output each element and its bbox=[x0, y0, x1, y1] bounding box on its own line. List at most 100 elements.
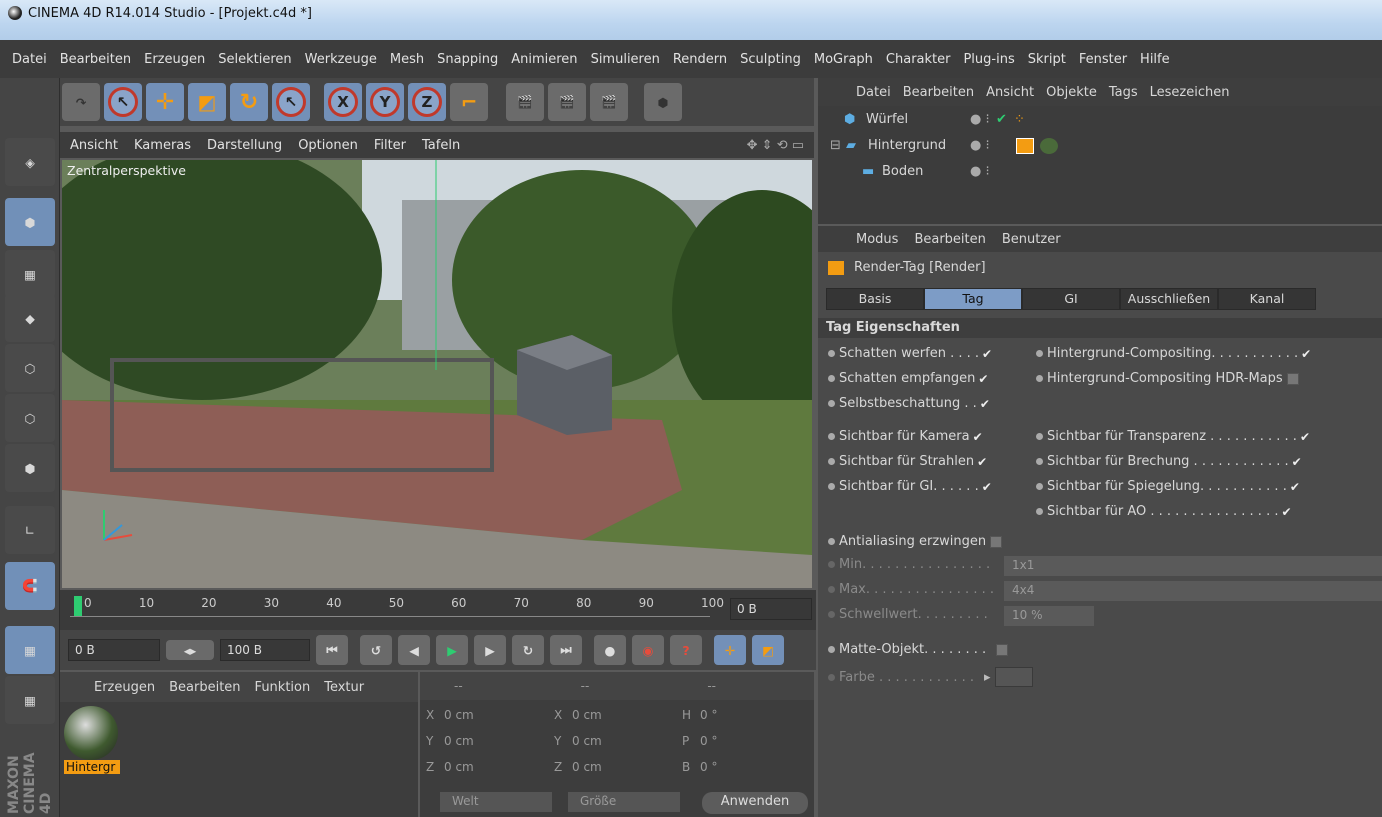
render-settings-icon[interactable]: 🎬 bbox=[590, 83, 628, 121]
tab-tag[interactable]: Tag bbox=[924, 288, 1022, 310]
size-x-field[interactable]: 0 cm bbox=[572, 708, 682, 734]
checkbox-checked-icon[interactable]: ✔ bbox=[982, 481, 994, 493]
object-menu-ansicht[interactable]: Ansicht bbox=[986, 85, 1034, 100]
live-select-icon[interactable]: ↖ bbox=[272, 83, 310, 121]
checkbox-checked-icon[interactable]: ✔ bbox=[973, 431, 985, 443]
menu-plugins[interactable]: Plug-ins bbox=[963, 52, 1014, 67]
object-menu-bearbeiten[interactable]: Bearbeiten bbox=[903, 85, 974, 100]
texture-tag-icon[interactable] bbox=[1040, 138, 1058, 154]
prop-antialiasing[interactable]: Antialiasing erzwingen bbox=[828, 534, 1003, 549]
menu-hilfe[interactable]: Hilfe bbox=[1140, 52, 1170, 67]
tab-kanal[interactable]: Kanal bbox=[1218, 288, 1316, 310]
rotate-tool-icon[interactable]: ↻ bbox=[230, 83, 268, 121]
attribute-menu-bearbeiten[interactable]: Bearbeiten bbox=[914, 232, 985, 247]
material-menu-erzeugen[interactable]: Erzeugen bbox=[94, 680, 155, 695]
min-field[interactable]: 1x1 bbox=[1004, 556, 1382, 576]
menu-datei[interactable]: Datei bbox=[12, 52, 47, 67]
size-y-field[interactable]: 0 cm bbox=[572, 734, 682, 760]
texture-mode-icon[interactable]: ▦ bbox=[5, 250, 55, 298]
object-name[interactable]: Boden bbox=[882, 164, 923, 179]
prop-selbstbeschattung[interactable]: Selbstbeschattung . . ✔ bbox=[828, 396, 992, 411]
redo-icon[interactable]: ↷ bbox=[62, 83, 100, 121]
locked-workplane-icon[interactable]: ▦ bbox=[5, 626, 55, 674]
enabled-check-icon[interactable]: ✔ bbox=[996, 112, 1007, 127]
pos-y-field[interactable]: 0 cm bbox=[444, 734, 554, 760]
object-menu-datei[interactable]: Datei bbox=[856, 85, 891, 100]
model-mode-icon[interactable]: ◈ bbox=[5, 138, 55, 186]
expand-icon[interactable]: ⊟ bbox=[830, 138, 841, 153]
next-frame-icon[interactable]: ▶ bbox=[474, 635, 506, 665]
x-axis-lock-icon[interactable]: X bbox=[324, 83, 362, 121]
autokey-icon[interactable]: ◉ bbox=[632, 635, 664, 665]
menu-snapping[interactable]: Snapping bbox=[437, 52, 498, 67]
timeline[interactable]: 0 10 20 30 40 50 60 70 80 90 100 0 B bbox=[60, 590, 816, 630]
planar-workplane-icon[interactable]: ▦ bbox=[5, 676, 55, 724]
prop-sichtbar-transparenz[interactable]: Sichtbar für Transparenz . . . . . . . .… bbox=[1036, 429, 1312, 444]
visibility-dots-icon[interactable]: ● ⁝ bbox=[970, 112, 990, 127]
select-tool-icon[interactable]: ↖ bbox=[104, 83, 142, 121]
size-mode-dropdown[interactable]: Größe bbox=[568, 792, 680, 812]
previous-frame-icon[interactable]: ◀ bbox=[398, 635, 430, 665]
z-axis-lock-icon[interactable]: Z bbox=[408, 83, 446, 121]
prop-sichtbar-strahlen[interactable]: Sichtbar für Strahlen ✔ bbox=[828, 454, 989, 469]
axis-mode-icon[interactable]: ∟ bbox=[5, 506, 55, 554]
color-swatch[interactable] bbox=[994, 667, 1033, 687]
attribute-menu-modus[interactable]: Modus bbox=[856, 232, 898, 247]
visibility-dots-icon[interactable]: ● ⁝ bbox=[970, 164, 990, 179]
menu-selektieren[interactable]: Selektieren bbox=[218, 52, 291, 67]
material-item[interactable]: Hintergr bbox=[64, 706, 120, 776]
polygons-mode-icon[interactable]: ⬢ bbox=[5, 444, 55, 492]
prop-sichtbar-ao[interactable]: Sichtbar für AO . . . . . . . . . . . . … bbox=[1036, 504, 1293, 519]
attribute-menu-benutzer[interactable]: Benutzer bbox=[1002, 232, 1061, 247]
material-menu-bearbeiten[interactable]: Bearbeiten bbox=[169, 680, 240, 695]
checkbox-checked-icon[interactable]: ✔ bbox=[1292, 456, 1304, 468]
checkbox-empty-icon[interactable] bbox=[1286, 372, 1299, 385]
object-name[interactable]: Würfel bbox=[866, 112, 908, 127]
timeline-playhead[interactable] bbox=[74, 596, 82, 616]
checkbox-checked-icon[interactable]: ✔ bbox=[977, 456, 989, 468]
material-name[interactable]: Hintergr bbox=[64, 760, 120, 774]
prop-schatten-werfen[interactable]: Schatten werfen . . . . ✔ bbox=[828, 346, 994, 361]
checkbox-checked-icon[interactable]: ✔ bbox=[982, 348, 994, 360]
start-frame-field[interactable]: 0 B bbox=[68, 639, 160, 661]
end-frame-field[interactable]: 100 B bbox=[220, 639, 310, 661]
play-icon[interactable]: ▶ bbox=[436, 635, 468, 665]
snap-magnet-icon[interactable]: 🧲 bbox=[5, 562, 55, 610]
prop-sichtbar-brechung[interactable]: Sichtbar für Brechung . . . . . . . . . … bbox=[1036, 454, 1304, 469]
checkbox-checked-icon[interactable]: ✔ bbox=[1300, 431, 1312, 443]
checkbox-checked-icon[interactable]: ✔ bbox=[1281, 506, 1293, 518]
tag-icon[interactable]: ⁘ bbox=[1014, 112, 1025, 127]
viewport-menu-tafeln[interactable]: Tafeln bbox=[422, 138, 460, 153]
object-menu-objekte[interactable]: Objekte bbox=[1046, 85, 1097, 100]
material-menu-funktion[interactable]: Funktion bbox=[255, 680, 311, 695]
prop-matte-objekt[interactable]: Matte-Objekt. . . . . . . . bbox=[828, 642, 1009, 657]
prop-schatten-empfangen[interactable]: Schatten empfangen ✔ bbox=[828, 371, 990, 386]
prop-sichtbar-gi[interactable]: Sichtbar für GI. . . . . . ✔ bbox=[828, 479, 994, 494]
menu-rendern[interactable]: Rendern bbox=[673, 52, 727, 67]
tab-ausschliessen[interactable]: Ausschließen bbox=[1120, 288, 1218, 310]
record-keys-icon[interactable]: ● bbox=[594, 635, 626, 665]
scale-key-icon[interactable]: ◩ bbox=[752, 635, 784, 665]
checkbox-empty-icon[interactable] bbox=[996, 643, 1009, 656]
help-icon[interactable]: ? bbox=[670, 635, 702, 665]
next-key-icon[interactable]: ↻ bbox=[512, 635, 544, 665]
pos-x-field[interactable]: 0 cm bbox=[444, 708, 554, 734]
menu-werkzeuge[interactable]: Werkzeuge bbox=[305, 52, 377, 67]
previous-key-icon[interactable]: ↺ bbox=[360, 635, 392, 665]
menu-skript[interactable]: Skript bbox=[1028, 52, 1066, 67]
go-to-start-icon[interactable]: ⏮ bbox=[316, 635, 348, 665]
menu-animieren[interactable]: Animieren bbox=[511, 52, 577, 67]
menu-simulieren[interactable]: Simulieren bbox=[591, 52, 660, 67]
max-field[interactable]: 4x4 bbox=[1004, 581, 1382, 601]
prop-hintergrund-compositing-hdr[interactable]: Hintergrund-Compositing HDR-Maps bbox=[1036, 371, 1299, 386]
workplane-icon[interactable]: ◆ bbox=[5, 294, 55, 342]
object-row-boden[interactable]: ▬ Boden ● ⁝ bbox=[818, 164, 1382, 190]
object-row-hintergrund[interactable]: ⊟ ▰ Hintergrund ● ⁝ bbox=[818, 138, 1382, 164]
menu-erzeugen[interactable]: Erzeugen bbox=[144, 52, 205, 67]
cube-object-icon[interactable]: ⬢ bbox=[644, 83, 682, 121]
range-slider-icon[interactable]: ◂▸ bbox=[166, 640, 214, 660]
viewport-menu-filter[interactable]: Filter bbox=[374, 138, 406, 153]
tab-basis[interactable]: Basis bbox=[826, 288, 924, 310]
visibility-dots-icon[interactable]: ● ⁝ bbox=[970, 138, 990, 153]
viewport-menu-ansicht[interactable]: Ansicht bbox=[70, 138, 118, 153]
